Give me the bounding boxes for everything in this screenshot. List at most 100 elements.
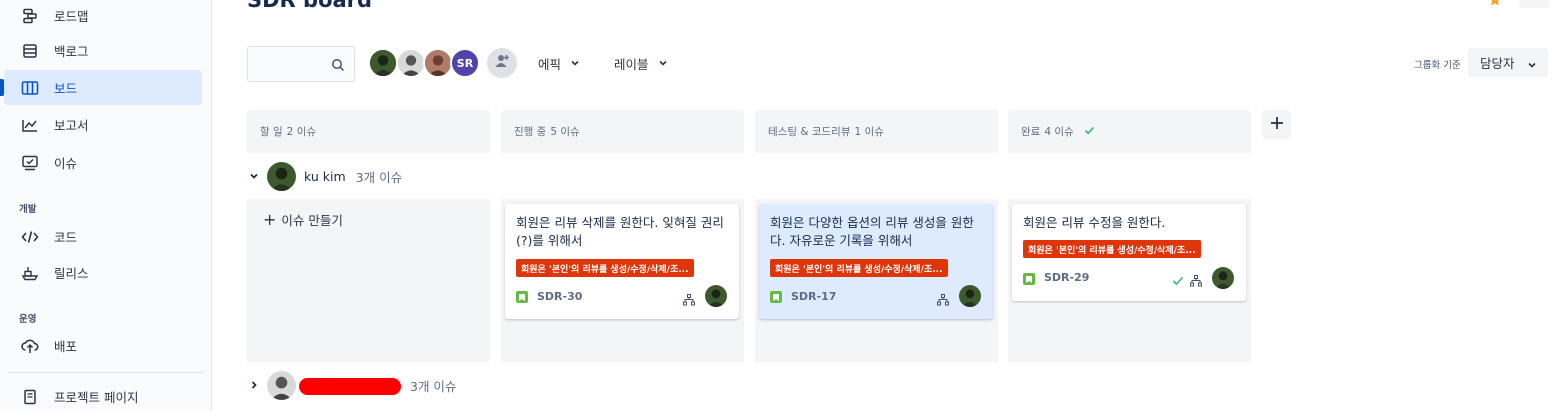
sidebar-item-roadmap[interactable]: 로드맵 [4,0,202,33]
avatar[interactable] [423,48,453,78]
card-summary: 회원은 리뷰 수정을 원한다. [1023,215,1166,230]
subtask-icon [937,291,949,310]
card-summary: 회원은 다양한 옵션의 리뷰 생성을 원한다. 자유로운 기록을 위해서 [770,215,974,248]
done-check-icon [1172,272,1184,291]
sidebar-item-label: 이슈 [54,156,78,171]
sidebar-item-label: 프로젝트 페이지 [54,390,139,405]
subtask-icon [1190,272,1202,291]
card-key[interactable]: SDR-30 [537,290,582,303]
avatar[interactable] [959,285,981,307]
chevron-down-icon[interactable] [247,171,261,181]
project-sidebar: 로드맵 백로그 보드 보고서 이슈 개발 코드 릴리스 운영 배포 프로젝트 페… [0,0,212,411]
column-name: 완료 [1021,126,1041,138]
search-field[interactable] [247,46,355,82]
chevron-down-icon [570,56,580,71]
sidebar-item-label: 코드 [54,230,78,245]
sidebar-item-label: 배포 [54,339,78,354]
backlog-icon [20,41,40,61]
sidebar-item-board[interactable]: 보드 [0,70,202,105]
plus-icon: + [263,210,277,229]
avatar-initials: SR [456,56,474,70]
story-icon [516,291,528,303]
add-people-button[interactable] [487,48,517,78]
story-icon [770,291,782,303]
column-header-todo[interactable]: 할 일 2 이슈 [247,110,490,153]
star-icon[interactable] [1488,0,1502,11]
add-column-button[interactable] [1262,110,1291,139]
sidebar-item-reports[interactable]: 보고서 [4,107,202,142]
swimlane-header[interactable]: ku kim 3개 이슈 [247,161,402,191]
redaction-mark [299,378,401,395]
column-count: 2 이슈 [286,126,317,138]
column-name: 테스팅 & 코드리뷰 [768,126,851,138]
sidebar-item-release[interactable]: 릴리스 [4,255,202,290]
add-person-icon [494,53,510,73]
board-icon [20,78,40,98]
avatar[interactable] [705,285,727,307]
plus-icon [1269,115,1285,135]
sidebar-item-backlog[interactable]: 백로그 [4,33,202,68]
column-name: 할 일 [260,126,283,138]
jira-board-page: 로드맵 백로그 보드 보고서 이슈 개발 코드 릴리스 운영 배포 프로젝트 페… [0,0,1561,411]
column-count: 5 이슈 [550,126,580,138]
create-issue-button[interactable]: + 이슈 만들기 [263,210,343,229]
swimlane-name: ku kim [304,168,346,184]
column-count: 4 이슈 [1044,126,1074,138]
card-summary: 회원은 리뷰 삭제를 원한다. 잊혀질 권리(?)를 위해서 [516,215,724,248]
label-filter-button[interactable]: 레이블 [614,50,668,76]
sidebar-item-code[interactable]: 코드 [4,219,202,254]
card-key[interactable]: SDR-29 [1044,271,1089,284]
done-check-icon [1084,125,1095,139]
card-key[interactable]: SDR-17 [791,290,836,303]
groupby-select[interactable]: 담당자 [1468,48,1548,77]
column-header-testing-review[interactable]: 테스팅 & 코드리뷰 1 이슈 [755,110,998,153]
avatar-sr[interactable]: SR [450,48,480,78]
groupby-label: 그룹화 기준 [1414,60,1461,71]
story-icon [1023,273,1035,285]
avatar[interactable] [368,48,398,78]
sidebar-item-label: 보고서 [54,118,89,133]
issue-card[interactable]: 회원은 리뷰 수정을 원한다. 회원은 '본인'의 리뷰를 생성/수정/삭제/조… [1012,204,1246,301]
reports-icon [20,115,40,135]
search-icon [331,57,345,76]
issue-card[interactable]: 회원은 다양한 옵션의 리뷰 생성을 원한다. 자유로운 기록을 위해서 회원은… [759,204,993,319]
avatar [267,161,296,191]
deploy-icon [20,336,40,356]
sidebar-item-deploy[interactable]: 배포 [4,328,202,363]
avatar[interactable] [396,48,426,78]
page-icon [20,387,40,407]
release-icon [20,263,40,283]
sidebar-item-project-page[interactable]: 프로젝트 페이지 [4,379,202,411]
section-label-ops: 운영 [19,314,37,325]
sidebar-item-label: 로드맵 [54,9,89,24]
search-input[interactable] [248,47,328,81]
swimlane-count: 3개 이슈 [410,378,457,394]
epic-tag[interactable]: 회원은 '본인'의 리뷰를 생성/수정/삭제/조... [516,259,694,277]
sidebar-item-label: 보드 [54,81,78,96]
label-filter-label: 레이블 [614,56,649,72]
epic-filter-label: 에픽 [538,56,562,72]
groupby-value: 담당자 [1480,56,1515,71]
section-label-dev: 개발 [19,204,37,215]
sidebar-item-label: 릴리스 [54,266,89,281]
epic-tag[interactable]: 회원은 '본인'의 리뷰를 생성/수정/삭제/조... [1023,240,1201,258]
column-header-in-progress[interactable]: 진행 중 5 이슈 [501,110,744,153]
epic-tag[interactable]: 회원은 '본인'의 리뷰를 생성/수정/삭제/조... [770,259,948,277]
more-actions-button[interactable] [1519,0,1549,8]
page-title: SDR board [247,0,373,12]
chevron-down-icon [1527,58,1537,73]
sidebar-item-issues[interactable]: 이슈 [4,145,202,180]
avatar[interactable] [1212,267,1234,289]
column-header-done[interactable]: 완료 4 이슈 [1008,110,1251,153]
subtask-icon [683,291,695,310]
create-issue-label: 이슈 만들기 [281,213,343,228]
code-icon [20,227,40,247]
swimlane-count: 3개 이슈 [355,169,403,185]
sidebar-item-label: 백로그 [54,44,89,59]
issues-icon [20,153,40,173]
epic-filter-button[interactable]: 에픽 [538,50,580,76]
issue-card[interactable]: 회원은 리뷰 삭제를 원한다. 잊혀질 권리(?)를 위해서 회원은 '본인'의… [505,204,739,319]
column-count: 1 이슈 [854,126,884,138]
avatar [267,370,296,400]
chevron-right-icon[interactable] [247,380,261,390]
